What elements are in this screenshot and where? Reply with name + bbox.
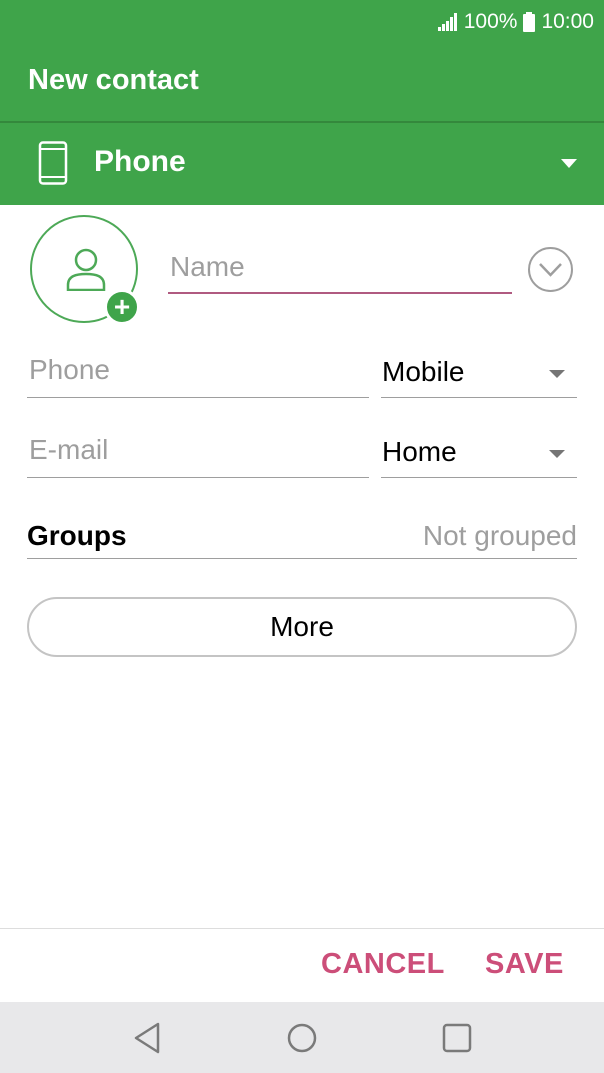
- account-label: Phone: [94, 145, 186, 178]
- battery-percent: 100%: [463, 10, 518, 33]
- signal-icon: [437, 13, 457, 31]
- app-bar: 100% 10:00 New contact Phone: [0, 0, 604, 205]
- save-button[interactable]: SAVE: [485, 948, 564, 981]
- email-input[interactable]: [27, 430, 369, 478]
- email-type-dropdown[interactable]: Home: [381, 430, 577, 478]
- page-title: New contact: [28, 64, 199, 96]
- groups-value: Not grouped: [422, 520, 577, 551]
- add-photo-icon[interactable]: +: [104, 289, 140, 325]
- caret-down-icon: [549, 450, 565, 458]
- expand-name-button[interactable]: [528, 247, 573, 292]
- navigation-bar: [0, 1002, 604, 1073]
- status-bar: 100% 10:00: [437, 8, 594, 36]
- battery-icon: [523, 12, 536, 32]
- phone-type-dropdown[interactable]: Mobile: [381, 350, 577, 398]
- person-icon: [66, 248, 106, 291]
- name-input[interactable]: [168, 248, 512, 294]
- action-bar-divider: [0, 928, 604, 929]
- groups-row[interactable]: Groups Not grouped: [27, 512, 577, 559]
- status-time: 10:00: [541, 10, 594, 33]
- phone-type-value: Mobile: [382, 356, 465, 387]
- cancel-button[interactable]: CANCEL: [321, 948, 445, 981]
- recents-icon[interactable]: [439, 1020, 475, 1056]
- caret-down-icon: [549, 370, 565, 378]
- home-icon[interactable]: [284, 1020, 320, 1056]
- chevron-down-icon: [539, 263, 562, 277]
- more-button[interactable]: More: [27, 597, 577, 657]
- email-type-value: Home: [382, 436, 457, 467]
- account-selector[interactable]: Phone: [0, 123, 604, 205]
- smartphone-icon: [38, 141, 68, 185]
- back-icon[interactable]: [130, 1020, 166, 1056]
- phone-input[interactable]: [27, 350, 369, 398]
- caret-down-icon: [561, 159, 577, 168]
- groups-label: Groups: [27, 520, 127, 551]
